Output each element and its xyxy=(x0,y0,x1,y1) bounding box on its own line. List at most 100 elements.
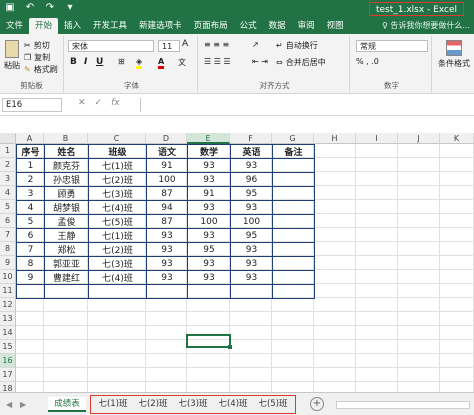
column-header[interactable]: J xyxy=(398,133,440,144)
add-sheet-icon[interactable]: + xyxy=(310,397,324,411)
table-cell[interactable]: 胡梦银 xyxy=(44,200,89,215)
table-cell[interactable]: 七(2)班 xyxy=(88,172,147,187)
wrap-text-button[interactable]: ↵ 自动换行 xyxy=(276,40,318,51)
table-cell[interactable]: 七(3)班 xyxy=(88,186,147,201)
row-header[interactable]: 15 xyxy=(0,340,16,354)
header-cell[interactable]: 英语 xyxy=(230,144,273,159)
header-cell[interactable]: 数学 xyxy=(187,144,231,159)
column-header[interactable]: F xyxy=(230,133,272,144)
column-header[interactable]: B xyxy=(44,133,88,144)
table-cell[interactable] xyxy=(88,284,147,299)
table-cell[interactable]: 七(4)班 xyxy=(88,200,147,215)
ribbon-tab[interactable]: 插入 xyxy=(58,18,87,34)
name-box[interactable]: E16 xyxy=(2,98,62,112)
table-cell[interactable]: 100 xyxy=(146,172,188,187)
table-cell[interactable] xyxy=(272,256,315,271)
table-cell[interactable]: 95 xyxy=(230,186,273,201)
table-cell[interactable]: 郭亚亚 xyxy=(44,256,89,271)
table-cell[interactable]: 七(1)班 xyxy=(88,228,147,243)
table-cell[interactable] xyxy=(272,284,315,299)
paste-button[interactable]: 粘贴 xyxy=(3,40,21,71)
font-color-icon[interactable]: A xyxy=(158,57,165,69)
column-header[interactable]: G xyxy=(272,133,314,144)
row-header[interactable]: 16 xyxy=(0,354,16,368)
phonetic-icon[interactable]: 文 xyxy=(178,57,186,68)
table-cell[interactable]: 93 xyxy=(146,270,188,285)
ribbon-tab[interactable]: 开始 xyxy=(29,18,59,34)
row-header[interactable]: 13 xyxy=(0,312,16,326)
row-header[interactable]: 9 xyxy=(0,256,16,270)
table-cell[interactable]: 91 xyxy=(146,158,188,173)
table-cell[interactable]: 七(4)班 xyxy=(88,270,147,285)
table-cell[interactable]: 93 xyxy=(187,200,231,215)
table-cell[interactable] xyxy=(272,158,315,173)
font-name-select[interactable]: 宋体 xyxy=(68,40,154,52)
table-cell[interactable]: 9 xyxy=(16,270,45,285)
row-header[interactable]: 11 xyxy=(0,284,16,298)
number-format-select[interactable]: 常规 xyxy=(356,40,428,52)
table-cell[interactable]: 七(2)班 xyxy=(88,242,147,257)
select-all-corner[interactable] xyxy=(0,133,16,144)
next-sheet-icon[interactable]: ▶ xyxy=(20,400,26,409)
merge-center-button[interactable]: ⇔ 合并后居中 xyxy=(276,57,326,68)
sheet-tab[interactable]: 成绩表 xyxy=(48,397,86,412)
conditional-format-button[interactable]: 条件格式 xyxy=(436,40,472,69)
ribbon-tab[interactable]: 公式 xyxy=(234,18,263,34)
table-cell[interactable]: 郑松 xyxy=(44,242,89,257)
table-cell[interactable]: 王静 xyxy=(44,228,89,243)
row-header[interactable]: 6 xyxy=(0,214,16,228)
row-header[interactable]: 10 xyxy=(0,270,16,284)
ribbon-tab[interactable]: 开发工具 xyxy=(87,18,133,34)
table-cell[interactable]: 93 xyxy=(187,172,231,187)
align-top-icon[interactable]: ≡ ≡ ≡ xyxy=(204,40,229,49)
table-cell[interactable]: 93 xyxy=(187,228,231,243)
copy-button[interactable]: ❐ 复制 xyxy=(24,52,50,63)
ribbon-tab[interactable]: 页面布局 xyxy=(188,18,234,34)
ribbon-tab[interactable]: 审阅 xyxy=(292,18,321,34)
active-cell[interactable] xyxy=(186,334,231,348)
table-cell[interactable]: 七(5)班 xyxy=(88,214,147,229)
table-cell[interactable] xyxy=(272,228,315,243)
table-cell[interactable]: 93 xyxy=(187,256,231,271)
header-cell[interactable]: 备注 xyxy=(272,144,315,159)
table-cell[interactable]: 91 xyxy=(187,186,231,201)
table-cell[interactable] xyxy=(272,214,315,229)
table-cell[interactable]: 七(1)班 xyxy=(88,158,147,173)
orientation-icon[interactable]: ↗ xyxy=(252,40,259,49)
row-header[interactable]: 4 xyxy=(0,186,16,200)
ribbon-tab[interactable]: 视图 xyxy=(321,18,350,34)
table-cell[interactable] xyxy=(16,284,45,299)
row-header[interactable]: 5 xyxy=(0,200,16,214)
column-header[interactable]: D xyxy=(146,133,187,144)
header-cell[interactable]: 姓名 xyxy=(44,144,89,159)
table-cell[interactable]: 8 xyxy=(16,256,45,271)
ribbon-tab[interactable]: 文件 xyxy=(0,18,29,34)
table-cell[interactable]: 7 xyxy=(16,242,45,257)
undo-icon[interactable]: ↶ xyxy=(24,2,36,14)
header-cell[interactable]: 序号 xyxy=(16,144,45,159)
fill-color-icon[interactable]: ◈ xyxy=(136,57,143,69)
column-header[interactable]: K xyxy=(440,133,474,144)
table-cell[interactable] xyxy=(187,284,231,299)
row-header[interactable]: 14 xyxy=(0,326,16,340)
row-header[interactable]: 1 xyxy=(0,144,16,158)
header-cell[interactable]: 班级 xyxy=(88,144,147,159)
row-header[interactable]: 17 xyxy=(0,368,16,382)
table-cell[interactable]: 93 xyxy=(230,270,273,285)
fx-icon[interactable]: fx xyxy=(111,98,120,108)
table-cell[interactable]: 95 xyxy=(187,242,231,257)
column-header[interactable]: H xyxy=(314,133,356,144)
ribbon-tab[interactable]: 新建选项卡 xyxy=(133,18,188,34)
table-cell[interactable]: 孟俊 xyxy=(44,214,89,229)
font-size-select[interactable]: 11 xyxy=(158,40,180,52)
table-cell[interactable] xyxy=(272,242,315,257)
table-cell[interactable] xyxy=(272,172,315,187)
table-cell[interactable] xyxy=(272,186,315,201)
format-painter-button[interactable]: ✎ 格式刷 xyxy=(24,64,58,75)
row-header[interactable]: 8 xyxy=(0,242,16,256)
bold-button[interactable]: B xyxy=(70,57,77,67)
fill-handle[interactable] xyxy=(228,345,232,349)
ribbon-tab[interactable]: 数据 xyxy=(263,18,292,34)
cancel-icon[interactable]: ✕ xyxy=(78,98,86,108)
align-left-icon[interactable]: ☰ ☰ ☰ xyxy=(204,57,231,66)
